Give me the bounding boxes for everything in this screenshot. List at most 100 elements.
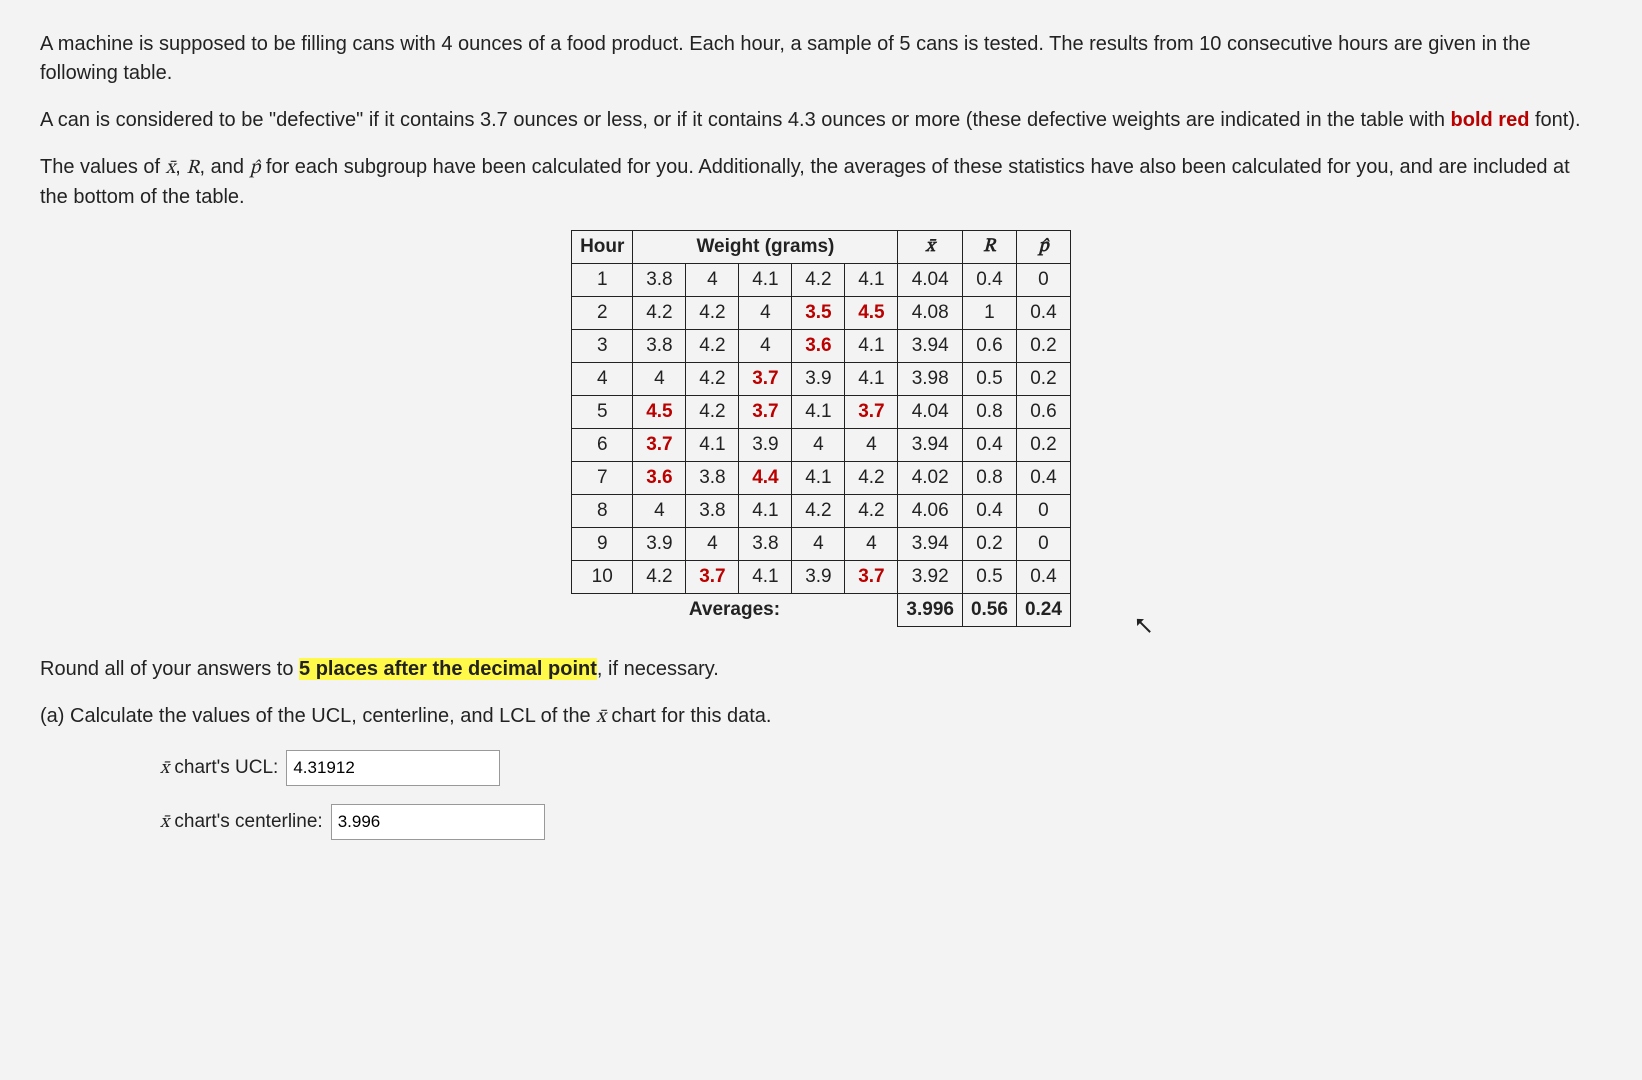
cell-weight: 4.1 bbox=[686, 429, 739, 462]
cell-weight: 4.1 bbox=[739, 495, 792, 528]
cell-weight: 3.7 bbox=[845, 561, 898, 594]
cell-p: 0 bbox=[1016, 264, 1070, 297]
cell-weight: 4.5 bbox=[633, 396, 686, 429]
cell-weight: 4.2 bbox=[633, 297, 686, 330]
cell-R: 0.2 bbox=[962, 528, 1016, 561]
col-phat: p̂ bbox=[1016, 231, 1070, 264]
cell-hour: 4 bbox=[572, 363, 633, 396]
centerline-field-row: x̄ chart's centerline: bbox=[160, 804, 1602, 840]
cell-xbar: 4.08 bbox=[898, 297, 963, 330]
cell-weight: 4.1 bbox=[739, 264, 792, 297]
cell-xbar: 3.94 bbox=[898, 429, 963, 462]
xbar-symbol: x̄ bbox=[166, 158, 176, 178]
table-row: 73.63.84.44.14.24.020.80.4 bbox=[572, 462, 1071, 495]
cell-weight: 3.7 bbox=[633, 429, 686, 462]
bold-red-text: bold red bbox=[1451, 109, 1530, 131]
cell-R: 0.5 bbox=[962, 363, 1016, 396]
cursor-icon: ⭦ bbox=[1135, 608, 1152, 646]
cell-weight: 3.8 bbox=[633, 264, 686, 297]
table-row: 13.844.14.24.14.040.40 bbox=[572, 264, 1071, 297]
cell-p: 0.6 bbox=[1016, 396, 1070, 429]
cell-weight: 3.7 bbox=[739, 396, 792, 429]
cell-R: 0.5 bbox=[962, 561, 1016, 594]
cell-weight: 3.7 bbox=[686, 561, 739, 594]
ucl-field-row: x̄ chart's UCL: bbox=[160, 750, 1602, 786]
cell-weight: 4.5 bbox=[845, 297, 898, 330]
cell-hour: 5 bbox=[572, 396, 633, 429]
cell-weight: 4.1 bbox=[792, 396, 845, 429]
cell-weight: 3.8 bbox=[739, 528, 792, 561]
cell-weight: 4.2 bbox=[686, 396, 739, 429]
cell-hour: 2 bbox=[572, 297, 633, 330]
table-row: 104.23.74.13.93.73.920.50.4 bbox=[572, 561, 1071, 594]
data-table: Hour Weight (grams) x̄ R p̂ 13.844.14.24… bbox=[571, 230, 1071, 627]
problem-paragraph-3: The values of x̄, R, and p̂ for each sub… bbox=[40, 153, 1602, 212]
cell-weight: 4.1 bbox=[739, 561, 792, 594]
cell-weight: 4 bbox=[633, 363, 686, 396]
table-row: 33.84.243.64.13.940.60.2 bbox=[572, 330, 1071, 363]
cell-weight: 3.6 bbox=[792, 330, 845, 363]
cell-R: 0.4 bbox=[962, 429, 1016, 462]
col-weight: Weight (grams) bbox=[633, 231, 898, 264]
cell-xbar: 4.04 bbox=[898, 396, 963, 429]
cell-weight: 4.2 bbox=[686, 330, 739, 363]
cell-p: 0 bbox=[1016, 495, 1070, 528]
table-row: 444.23.73.94.13.980.50.2 bbox=[572, 363, 1071, 396]
avg-phat: 0.24 bbox=[1016, 594, 1070, 627]
cell-weight: 4 bbox=[845, 528, 898, 561]
cell-weight: 4.2 bbox=[686, 297, 739, 330]
highlight-text: 5 places after the decimal point bbox=[299, 658, 597, 680]
table-row: 24.24.243.54.54.0810.4 bbox=[572, 297, 1071, 330]
cell-weight: 3.9 bbox=[739, 429, 792, 462]
cell-weight: 4.2 bbox=[792, 264, 845, 297]
cell-weight: 4 bbox=[686, 528, 739, 561]
cell-R: 0.4 bbox=[962, 264, 1016, 297]
averages-label: Averages: bbox=[572, 594, 898, 627]
cell-weight: 4.2 bbox=[633, 561, 686, 594]
col-hour: Hour bbox=[572, 231, 633, 264]
cell-weight: 4 bbox=[845, 429, 898, 462]
cell-R: 0.8 bbox=[962, 462, 1016, 495]
cell-weight: 3.7 bbox=[845, 396, 898, 429]
cell-weight: 3.7 bbox=[739, 363, 792, 396]
cell-weight: 3.8 bbox=[633, 330, 686, 363]
ucl-label: x̄ chart's UCL: bbox=[160, 754, 278, 783]
avg-xbar: 3.996 bbox=[898, 594, 963, 627]
cell-weight: 3.9 bbox=[633, 528, 686, 561]
cell-weight: 4 bbox=[792, 429, 845, 462]
cell-xbar: 4.04 bbox=[898, 264, 963, 297]
cell-weight: 4 bbox=[739, 297, 792, 330]
cell-weight: 3.9 bbox=[792, 561, 845, 594]
cell-weight: 4 bbox=[633, 495, 686, 528]
cell-xbar: 3.94 bbox=[898, 330, 963, 363]
table-header-row: Hour Weight (grams) x̄ R p̂ bbox=[572, 231, 1071, 264]
cell-hour: 10 bbox=[572, 561, 633, 594]
cell-hour: 8 bbox=[572, 495, 633, 528]
avg-r: 0.56 bbox=[962, 594, 1016, 627]
cell-xbar: 4.06 bbox=[898, 495, 963, 528]
cell-weight: 4 bbox=[739, 330, 792, 363]
col-r: R bbox=[962, 231, 1016, 264]
r-symbol: R bbox=[186, 158, 199, 178]
cell-weight: 3.8 bbox=[686, 462, 739, 495]
cell-p: 0.4 bbox=[1016, 462, 1070, 495]
part-a-prompt: (a) Calculate the values of the UCL, cen… bbox=[40, 702, 1602, 732]
cell-p: 0.4 bbox=[1016, 297, 1070, 330]
ucl-input[interactable] bbox=[286, 750, 500, 786]
rounding-instruction: Round all of your answers to 5 places af… bbox=[40, 655, 1602, 684]
cell-hour: 3 bbox=[572, 330, 633, 363]
cell-p: 0.4 bbox=[1016, 561, 1070, 594]
cell-weight: 4.2 bbox=[845, 495, 898, 528]
averages-row: Averages: 3.996 0.56 0.24 bbox=[572, 594, 1071, 627]
cell-weight: 4.2 bbox=[845, 462, 898, 495]
cell-weight: 3.6 bbox=[633, 462, 686, 495]
table-row: 93.943.8443.940.20 bbox=[572, 528, 1071, 561]
cell-weight: 4.2 bbox=[686, 363, 739, 396]
table-row: 54.54.23.74.13.74.040.80.6 bbox=[572, 396, 1071, 429]
centerline-input[interactable] bbox=[331, 804, 545, 840]
cell-weight: 4.1 bbox=[845, 330, 898, 363]
cell-weight: 3.5 bbox=[792, 297, 845, 330]
cell-weight: 4.2 bbox=[792, 495, 845, 528]
table-row: 843.84.14.24.24.060.40 bbox=[572, 495, 1071, 528]
cell-R: 0.4 bbox=[962, 495, 1016, 528]
